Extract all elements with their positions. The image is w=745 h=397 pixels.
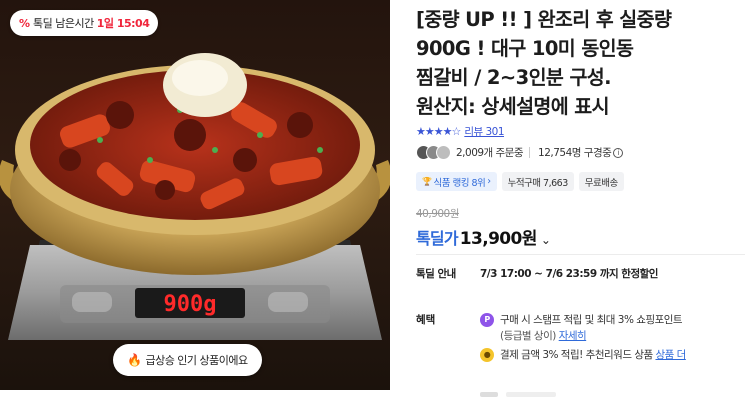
benefit-points-note: (등급별 상이) xyxy=(500,330,556,342)
benefit-item-reward: ● 결제 금액 3% 적립! 추천리워드 상품 상품 더 xyxy=(480,347,686,363)
divider xyxy=(529,147,531,158)
deal-timer-badge: % 톡딜 남은시간 1일 15:04 xyxy=(10,10,159,36)
trophy-icon: 🏆 xyxy=(422,177,432,186)
deal-info-label: 톡딜 안내 xyxy=(416,268,456,280)
star-rating: ★★★★☆ xyxy=(416,125,461,138)
review-count-link[interactable]: 리뷰 301 xyxy=(464,124,504,139)
buyer-avatars xyxy=(416,145,451,160)
deal-info-value: 7/3 17:00 ~ 7/6 23:59 까지 한정할인 xyxy=(480,268,658,280)
scale-display: 900g xyxy=(164,292,217,317)
deal-timer-label: 톡딜 남은시간 xyxy=(33,17,94,30)
product-info-panel: [중량 UP !! ] 완조리 후 실중량 900G ! 대구 10미 동인동 … xyxy=(416,0,745,397)
avatar xyxy=(436,145,451,160)
percent-icon: % xyxy=(19,16,31,30)
hot-product-label: 급상승 인기 상품이에요 xyxy=(145,354,248,367)
section-divider xyxy=(416,254,745,255)
chevron-down-icon[interactable]: ⌄ xyxy=(541,233,551,247)
deal-price-label: 톡딜가 xyxy=(416,229,459,248)
next-section-edge xyxy=(416,388,745,397)
viewer-count: 12,754명 구경중 xyxy=(538,147,612,159)
flame-icon: 🔥 xyxy=(127,353,142,367)
details-link[interactable]: 자세히 xyxy=(559,330,587,342)
benefit-reward-text: 결제 금액 3% 적립! 추천리워드 상품 xyxy=(500,349,653,361)
benefit-item-points: P 구매 시 스탬프 적립 및 최대 3% 쇼핑포인트 (등급별 상이) 자세히 xyxy=(480,312,683,344)
more-products-link[interactable]: 상품 더 xyxy=(655,349,686,361)
product-title: [중량 UP !! ] 완조리 후 실중량 900G ! 대구 10미 동인동 … xyxy=(416,8,672,118)
free-shipping-tag: 무료배송 xyxy=(578,172,624,191)
coin-icon: ● xyxy=(480,348,494,362)
original-price: 40,900원 xyxy=(416,208,459,220)
ranking-tag[interactable]: 🏆 식품 랭킹 8위 › xyxy=(416,172,497,191)
deal-info-row: 톡딜 안내 7/3 17:00 ~ 7/6 23:59 까지 한정할인 xyxy=(416,266,658,281)
cumulative-purchase-tag: 누적구매 7,663 xyxy=(501,172,574,191)
benefit-label: 혜택 xyxy=(416,314,436,326)
chevron-right-icon: › xyxy=(487,176,491,187)
point-p-icon: P xyxy=(480,313,494,327)
order-count: 2,009개 주문중 xyxy=(456,147,524,159)
deal-price: 13,900원 xyxy=(459,229,538,249)
product-tags: 🏆 식품 랭킹 8위 › 누적구매 7,663 무료배송 xyxy=(416,172,624,191)
benefit-points-text: 구매 시 스탬프 적립 및 최대 3% 쇼핑포인트 xyxy=(500,314,683,326)
price-row[interactable]: 톡딜가 13,900원 ⌄ xyxy=(416,224,551,249)
rating-row[interactable]: ★★★★☆ 리뷰 301 xyxy=(416,124,505,139)
product-image[interactable]: 900g % 톡딜 남은시간 1일 15:04 🔥 급상승 인기 상품이에요 xyxy=(0,0,390,390)
product-photo-illustration: 900g xyxy=(0,53,390,340)
buyer-stats: 2,009개 주문중 12,754명 구경중 i xyxy=(416,145,624,160)
info-icon[interactable]: i xyxy=(613,147,624,158)
hot-product-badge: 🔥 급상승 인기 상품이에요 xyxy=(113,344,262,376)
deal-timer-time: 1일 15:04 xyxy=(96,17,150,30)
